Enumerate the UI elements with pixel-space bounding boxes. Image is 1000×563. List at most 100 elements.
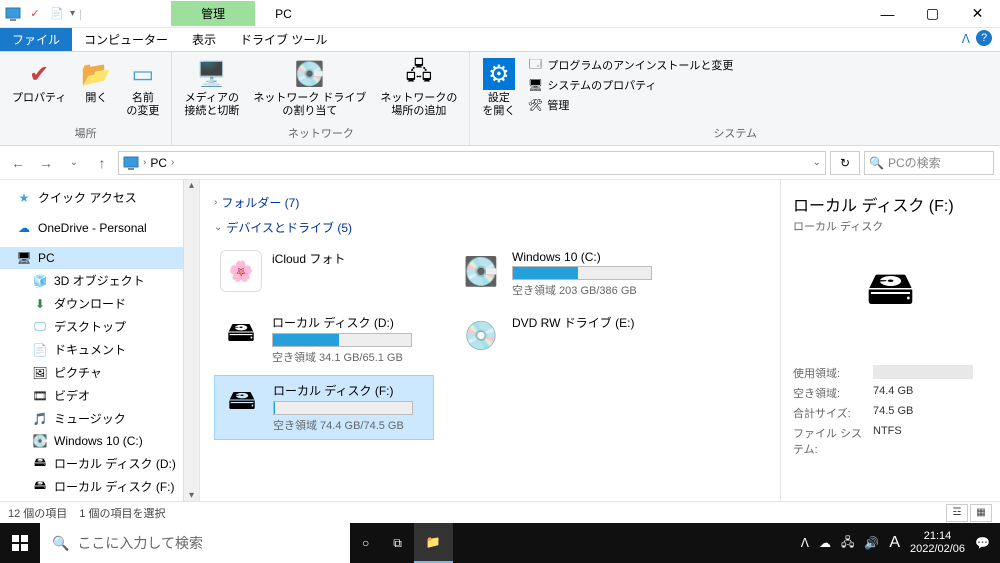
desktop-icon: 🖵 <box>32 319 48 335</box>
media-icon: 🖥️ <box>196 58 228 90</box>
nav-3d-objects[interactable]: 🧊3D オブジェクト <box>0 269 199 292</box>
manage-button[interactable]: 🛠 管理 <box>525 96 735 114</box>
up-button[interactable]: ↑ <box>90 151 114 175</box>
system-tray: ᐱ ☁ 🖧 🔊 A 21:14 2022/02/06 💬 <box>791 530 1000 556</box>
details-title: ローカル ディスク (F:) <box>793 192 988 216</box>
group-folders[interactable]: ›フォルダー (7) <box>214 194 766 211</box>
search-icon: 🔍 <box>52 535 69 552</box>
rename-button[interactable]: ▭ 名前 の変更 <box>122 56 163 123</box>
refresh-button[interactable]: ↻ <box>830 151 860 175</box>
drive-f[interactable]: 🖴 ローカル ディスク (F:) 空き領域 74.4 GB/74.5 GB <box>214 375 434 440</box>
nav-scrollbar[interactable]: ▴▾ <box>183 180 199 501</box>
qat-dropdown-icon[interactable]: ▾ <box>70 8 75 19</box>
document-icon: 📄 <box>32 342 48 358</box>
open-button[interactable]: 📂 開く <box>76 56 116 123</box>
programs-icon: 🗔 <box>527 57 543 73</box>
address-bar: ← → ⌄ ↑ › PC › ⌄ ↻ 🔍 PCの検索 <box>0 146 1000 180</box>
chevron-down-icon[interactable]: ⌄ <box>813 157 821 168</box>
nav-drive-c[interactable]: 💽Windows 10 (C:) <box>0 430 199 452</box>
tray-overflow-icon[interactable]: ᐱ <box>801 536 809 550</box>
nav-documents[interactable]: 📄ドキュメント <box>0 338 199 361</box>
taskbar: 🔍 ここに入力して検索 ○ ⧉ 📁 ᐱ ☁ 🖧 🔊 A 21:14 2022/0… <box>0 523 1000 563</box>
tab-file[interactable]: ファイル <box>0 28 72 51</box>
contextual-tab-manage[interactable]: 管理 <box>171 1 255 26</box>
ime-indicator[interactable]: A <box>889 534 900 552</box>
drive-icon: 🖴 <box>32 456 48 472</box>
pc-icon <box>123 156 139 170</box>
breadcrumb-pc[interactable]: PC <box>150 156 167 170</box>
action-center-icon[interactable]: 💬 <box>975 536 990 550</box>
group-devices[interactable]: ⌄デバイスとドライブ (5) <box>214 219 766 236</box>
properties-button[interactable]: ✔ プロパティ <box>8 56 70 123</box>
tab-view[interactable]: 表示 <box>180 28 228 51</box>
nav-desktop[interactable]: 🖵デスクトップ <box>0 315 199 338</box>
explorer-taskbar-button[interactable]: 📁 <box>414 523 453 563</box>
cortana-button[interactable]: ○ <box>350 523 381 563</box>
picture-icon: 🖼 <box>32 365 48 381</box>
nav-quick-access[interactable]: ★クイック アクセス <box>0 186 199 209</box>
drive-c[interactable]: 💽 Windows 10 (C:) 空き領域 203 GB/386 GB <box>454 244 674 304</box>
forward-button[interactable]: → <box>34 151 58 175</box>
volume-tray-icon[interactable]: 🔊 <box>864 536 879 550</box>
content-area: ›フォルダー (7) ⌄デバイスとドライブ (5) 🌸 iCloud フォト 💽… <box>200 180 1000 501</box>
media-button[interactable]: 🖥️ メディアの 接続と切断 <box>180 56 243 123</box>
start-button[interactable] <box>0 523 40 563</box>
items-view: ›フォルダー (7) ⌄デバイスとドライブ (5) 🌸 iCloud フォト 💽… <box>200 180 780 501</box>
chevron-icon[interactable]: › <box>143 157 146 168</box>
ribbon-group-network: 🖥️ メディアの 接続と切断 💽 ネットワーク ドライブ の割り当て 🖧 ネット… <box>172 52 470 145</box>
nav-downloads[interactable]: ⬇ダウンロード <box>0 292 199 315</box>
minimize-button[interactable]: — <box>865 0 910 28</box>
add-network-location-button[interactable]: 🖧 ネットワークの 場所の追加 <box>376 56 461 123</box>
breadcrumb[interactable]: › PC › ⌄ <box>118 151 826 175</box>
onedrive-tray-icon[interactable]: ☁ <box>819 536 831 550</box>
status-bar: 12 個の項目 1 個の項目を選択 ☲ ▦ <box>0 501 1000 523</box>
collapse-ribbon-icon[interactable]: ᐱ <box>962 32 970 46</box>
used-value <box>873 365 973 379</box>
map-drive-button[interactable]: 💽 ネットワーク ドライブ の割り当て <box>249 56 370 123</box>
details-view-button[interactable]: ☲ <box>946 504 968 522</box>
drive-e[interactable]: 💿 DVD RW ドライブ (E:) <box>454 308 674 371</box>
gear-icon: ⚙ <box>483 58 515 90</box>
drive-icloud[interactable]: 🌸 iCloud フォト <box>214 244 434 304</box>
tab-drive-tools[interactable]: ドライブ ツール <box>228 28 339 51</box>
chevron-icon[interactable]: › <box>171 157 174 168</box>
usage-bar <box>273 401 413 415</box>
nav-drive-d[interactable]: 🖴ローカル ディスク (D:) <box>0 452 199 475</box>
pc-small-icon: 🖥 <box>527 77 543 93</box>
recent-locations-button[interactable]: ⌄ <box>62 151 86 175</box>
maximize-button[interactable]: ▢ <box>910 0 955 28</box>
drive-d[interactable]: 🖴 ローカル ディスク (D:) 空き領域 34.1 GB/65.1 GB <box>214 308 434 371</box>
clock[interactable]: 21:14 2022/02/06 <box>910 530 965 556</box>
nav-drive-f[interactable]: 🖴ローカル ディスク (F:) <box>0 475 199 498</box>
nav-onedrive[interactable]: ☁OneDrive - Personal <box>0 217 199 239</box>
windows-drive-icon: 💽 <box>460 250 502 292</box>
qat-new-folder-icon[interactable]: 📄 <box>48 5 66 23</box>
nav-pictures[interactable]: 🖼ピクチャ <box>0 361 199 384</box>
back-button[interactable]: ← <box>6 151 30 175</box>
usage-bar <box>272 333 412 347</box>
check-icon: ✔ <box>23 58 55 90</box>
network-tray-icon[interactable]: 🖧 <box>841 533 854 554</box>
settings-button[interactable]: ⚙ 設定 を開く <box>478 56 519 123</box>
qat-properties-icon[interactable]: ✓ <box>26 5 44 23</box>
icons-view-button[interactable]: ▦ <box>970 504 992 522</box>
system-properties-button[interactable]: 🖥 システムのプロパティ <box>525 76 735 94</box>
drive-icon: 💽 <box>294 58 326 90</box>
nav-videos[interactable]: 🎞ビデオ <box>0 384 199 407</box>
music-icon: 🎵 <box>32 411 48 427</box>
uninstall-programs-button[interactable]: 🗔 プログラムのアンインストールと変更 <box>525 56 735 74</box>
nav-pc[interactable]: 🖥PC <box>0 247 199 269</box>
search-icon: 🔍 <box>869 156 884 170</box>
item-count: 12 個の項目 <box>8 505 67 521</box>
tab-computer[interactable]: コンピューター <box>72 28 180 51</box>
help-icon[interactable]: ? <box>976 30 992 46</box>
task-view-button[interactable]: ⧉ <box>381 523 414 563</box>
usage-bar <box>512 266 652 280</box>
selection-count: 1 個の項目を選択 <box>79 505 165 521</box>
rename-icon: ▭ <box>127 58 159 90</box>
taskbar-search[interactable]: 🔍 ここに入力して検索 <box>40 523 350 563</box>
search-input[interactable]: 🔍 PCの検索 <box>864 151 994 175</box>
nav-music[interactable]: 🎵ミュージック <box>0 407 199 430</box>
close-button[interactable]: ✕ <box>955 0 1000 28</box>
window-title: PC <box>275 7 292 21</box>
